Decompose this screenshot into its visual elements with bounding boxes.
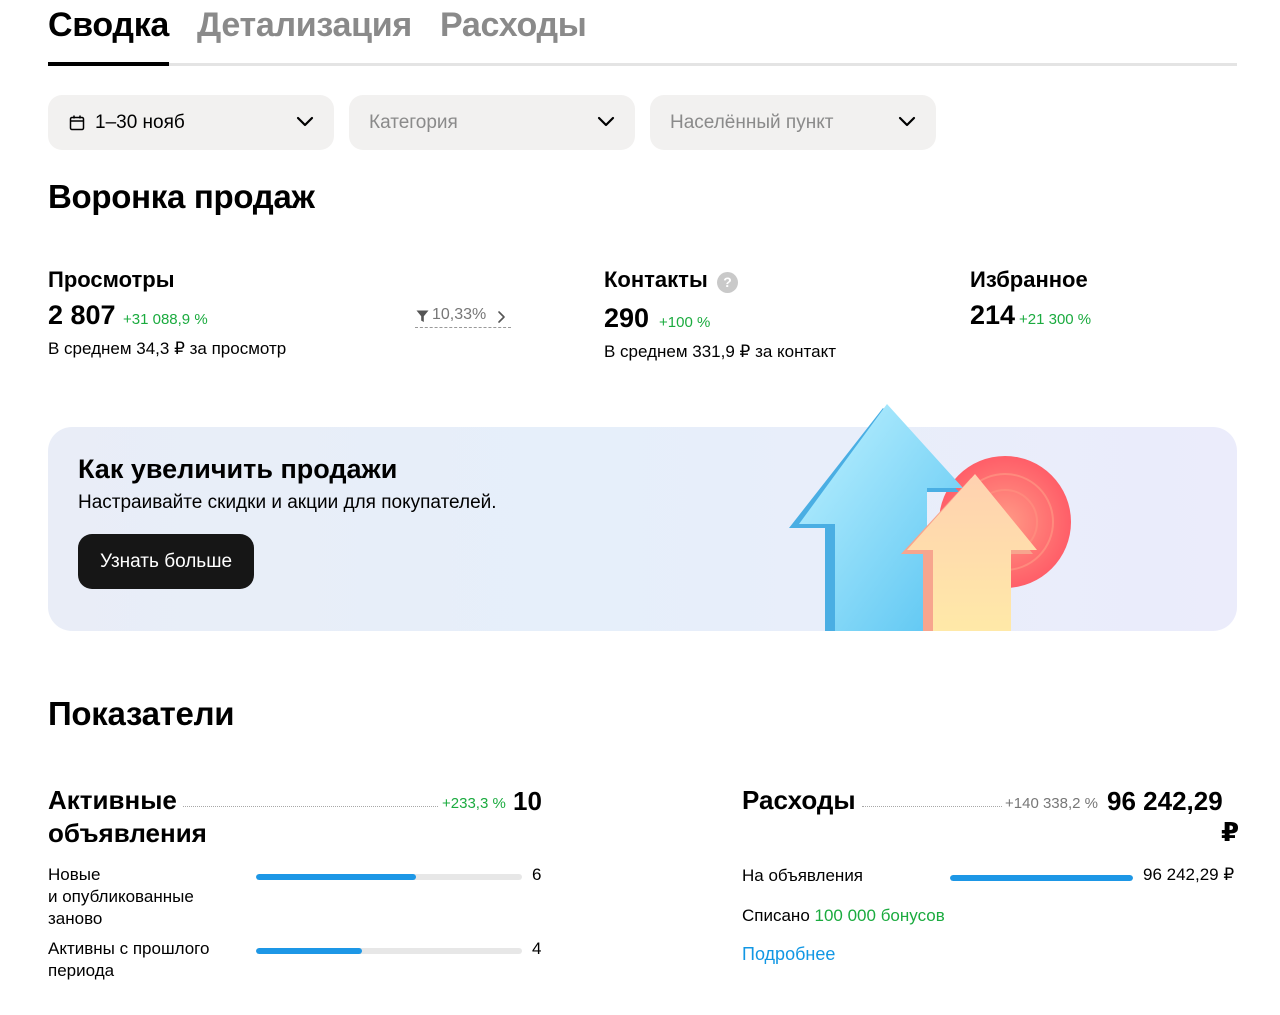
- label-line: заново: [48, 909, 103, 928]
- new-ads-bar: [256, 874, 522, 880]
- label-line: и опубликованные: [48, 887, 194, 906]
- chevron-down-icon: [898, 116, 916, 127]
- tab-expenses[interactable]: Расходы: [440, 6, 587, 45]
- contacts-label: Контакты: [604, 267, 708, 292]
- label-line: Активны с прошлого: [48, 939, 210, 958]
- bonus-amount: 100 000 бонусов: [814, 906, 945, 925]
- learn-more-button[interactable]: Узнать больше: [78, 534, 254, 589]
- favorites-delta: +21 300 %: [1019, 311, 1092, 328]
- promo-title: Как увеличить продажи: [78, 454, 398, 484]
- label-line: периода: [48, 961, 115, 980]
- active-ads-delta: +233,3 %: [442, 795, 506, 812]
- label-line: Новые: [48, 865, 101, 884]
- indicators-title: Показатели: [48, 695, 235, 732]
- contacts-average: В среднем 331,9 ₽ за контакт: [604, 342, 836, 361]
- period-select[interactable]: 1–30 нояб: [48, 95, 334, 150]
- carried-ads-bar: [256, 948, 522, 954]
- ads-spend-label: На объявления: [742, 866, 864, 885]
- carried-ads-bar-fill: [256, 948, 363, 954]
- active-ads-title-line: объявления: [48, 818, 207, 848]
- carried-ads-value: 4: [532, 939, 542, 958]
- ads-spend-bar-fill: [950, 875, 1133, 881]
- favorites-value: 214: [970, 300, 1016, 330]
- bonus-prefix: Списано: [742, 906, 810, 925]
- contacts-delta: +100 %: [659, 314, 711, 331]
- funnel-title: Воронка продаж: [48, 178, 315, 215]
- funnel-icon: [416, 310, 429, 322]
- conversion-value: 10,33%: [432, 306, 487, 323]
- active-tab-indicator: [48, 62, 169, 66]
- tab-details[interactable]: Детализация: [197, 6, 412, 45]
- category-select[interactable]: Категория: [349, 95, 635, 150]
- views-delta: +31 088,9 %: [123, 311, 208, 328]
- active-ads-value: 10: [513, 786, 542, 816]
- bonus-line: Списано 100 000 бонусов: [742, 905, 945, 927]
- period-value: 1–30 нояб: [95, 112, 185, 133]
- active-ads-title: Активные объявления: [48, 784, 207, 850]
- tab-summary[interactable]: Сводка: [48, 6, 169, 45]
- details-link[interactable]: Подробнее: [742, 944, 835, 965]
- category-placeholder: Категория: [369, 112, 458, 133]
- tab-bar: Сводка Детализация Расходы: [48, 0, 1237, 66]
- ads-spend-bar: [950, 875, 1133, 881]
- expenses-value: 96 242,29: [1107, 786, 1223, 816]
- promo-text: Настраивайте скидки и акции для покупате…: [78, 492, 497, 513]
- locality-placeholder: Населённый пункт: [670, 112, 834, 133]
- calendar-icon: [69, 115, 85, 131]
- dotted-leader: [183, 806, 438, 807]
- expenses-title: Расходы: [742, 785, 856, 815]
- expenses-delta: +140 338,2 %: [1005, 795, 1098, 812]
- views-value: 2 807: [48, 300, 116, 330]
- chevron-down-icon: [597, 116, 615, 127]
- locality-select[interactable]: Населённый пункт: [650, 95, 936, 150]
- chevron-right-icon: [498, 311, 505, 323]
- views-average: В среднем 34,3 ₽ за просмотр: [48, 339, 287, 358]
- new-ads-label: Новые и опубликованные заново: [48, 864, 194, 930]
- expenses-currency: ₽: [1221, 817, 1240, 847]
- new-ads-value: 6: [532, 865, 542, 884]
- carried-ads-label: Активны с прошлого периода: [48, 938, 209, 982]
- chevron-down-icon: [296, 116, 314, 127]
- contacts-value: 290: [604, 303, 650, 333]
- dotted-leader: [862, 806, 1002, 807]
- active-ads-title-line: Активные: [48, 785, 177, 815]
- views-label: Просмотры: [48, 267, 175, 292]
- help-icon[interactable]: ?: [717, 272, 738, 293]
- new-ads-bar-fill: [256, 874, 416, 880]
- ads-spend-value: 96 242,29 ₽: [1143, 865, 1235, 884]
- conversion-link[interactable]: 10,33%: [415, 306, 511, 328]
- favorites-label: Избранное: [970, 267, 1088, 292]
- growth-arrows-illustration: [789, 404, 1071, 631]
